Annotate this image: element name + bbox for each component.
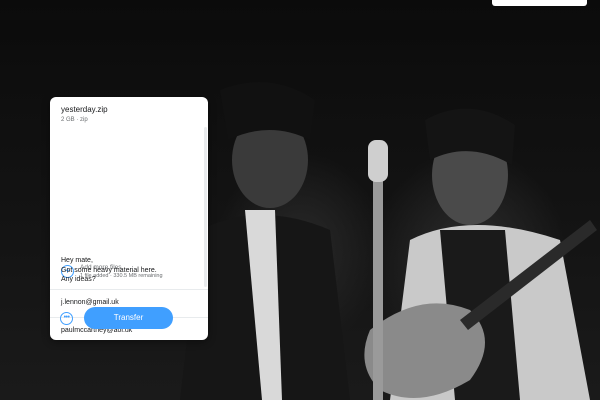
divider <box>50 289 208 290</box>
scrollbar[interactable] <box>204 127 207 287</box>
transfer-panel: yesterday.zip 2 GB · zip + Add more file… <box>50 97 208 340</box>
file-item[interactable]: yesterday.zip 2 GB · zip <box>61 105 201 125</box>
message-line: Hey mate, <box>61 257 93 264</box>
message-field[interactable]: Hey mate, Got some heavy material here. … <box>61 256 201 285</box>
file-name: yesterday.zip <box>61 105 108 114</box>
transfer-button[interactable]: Transfer <box>84 307 173 329</box>
ellipsis-icon[interactable]: ••• <box>60 312 73 325</box>
message-line: Any ideas? <box>61 276 96 283</box>
message-line: Got some heavy material here. <box>61 266 157 274</box>
top-right-button[interactable] <box>492 0 587 6</box>
file-meta: 2 GB · zip <box>61 117 88 123</box>
email-to-field[interactable]: j.lennon@gmail.uk <box>61 298 201 307</box>
